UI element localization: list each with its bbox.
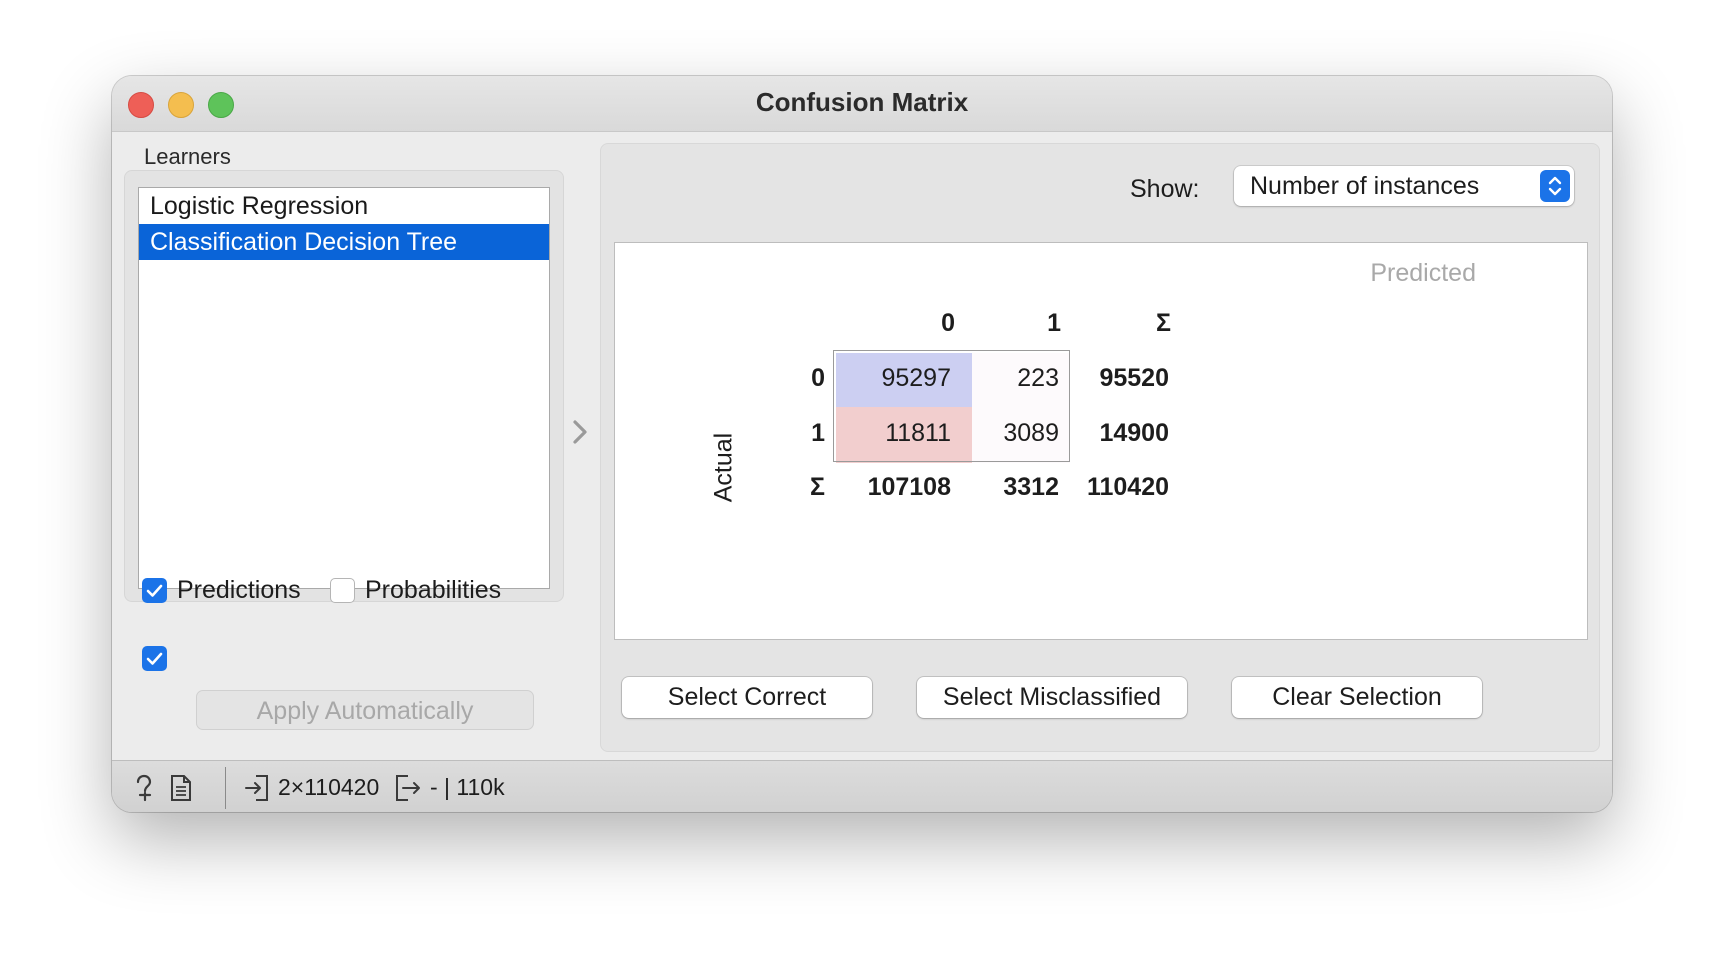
report-icon[interactable] [170, 774, 192, 802]
predictions-option[interactable]: Predictions [142, 576, 301, 605]
help-icon[interactable] [132, 774, 156, 802]
probabilities-checkbox[interactable] [330, 578, 355, 603]
actual-axis-label: Actual [709, 432, 738, 503]
probabilities-label: Probabilities [365, 576, 502, 604]
show-select-value: Number of instances [1250, 172, 1480, 200]
column-header: 0 [941, 309, 955, 337]
learner-item-classification-decision-tree[interactable]: Classification Decision Tree [139, 224, 549, 260]
confusion-matrix-window: Confusion Matrix Learners Logistic Regre… [112, 76, 1612, 812]
cell-value: 11811 [885, 419, 951, 447]
confusion-matrix-view: Predicted Actual 0 1 Σ 0 1 Σ 95297 223 9… [614, 242, 1588, 640]
probabilities-option[interactable]: Probabilities [330, 576, 501, 605]
title-bar: Confusion Matrix [112, 76, 1612, 132]
auto-apply-checkbox[interactable] [142, 646, 167, 671]
column-header: 1 [1047, 309, 1061, 337]
predictions-checkbox[interactable] [142, 578, 167, 603]
predictions-label: Predictions [177, 576, 301, 604]
cell-value: 95297 [881, 364, 951, 392]
row-total-value: 14900 [1099, 419, 1169, 447]
status-bar: 2×110420 - | 110k [112, 760, 1612, 812]
chevron-right-icon[interactable] [572, 418, 588, 446]
input-summary: 2×110420 [278, 774, 380, 800]
show-select[interactable]: Number of instances [1234, 166, 1574, 206]
row-header: 1 [811, 419, 825, 447]
predicted-axis-label: Predicted [1370, 259, 1476, 287]
window-title: Confusion Matrix [755, 87, 969, 117]
input-icon[interactable] [244, 774, 270, 802]
learner-list[interactable]: Logistic Regression Classification Decis… [138, 187, 550, 589]
checkmark-icon [146, 652, 163, 665]
auto-apply-option[interactable] [142, 646, 167, 671]
clear-selection-button[interactable]: Clear Selection [1232, 677, 1482, 718]
cell-value: 3089 [1003, 419, 1059, 447]
updown-chevron-icon[interactable] [1540, 170, 1570, 202]
grand-total-value: 110420 [1086, 473, 1169, 501]
checkmark-icon [146, 584, 163, 597]
learner-item-logistic-regression[interactable]: Logistic Regression [139, 188, 549, 224]
output-icon[interactable] [394, 774, 422, 802]
output-summary: - | 110k [430, 774, 505, 800]
row-header: 0 [811, 364, 825, 392]
column-total-value: 107108 [867, 473, 951, 501]
status-divider [225, 767, 226, 809]
learners-label: Learners [144, 144, 231, 169]
cell-value: 223 [1017, 364, 1059, 392]
show-label: Show: [1130, 175, 1200, 203]
select-correct-button[interactable]: Select Correct [622, 677, 872, 718]
row-total-value: 95520 [1099, 364, 1169, 392]
apply-automatically-button[interactable]: Apply Automatically [196, 690, 534, 730]
select-misclassified-button[interactable]: Select Misclassified [917, 677, 1187, 718]
column-total-value: 3312 [1003, 473, 1059, 501]
column-header-total: Σ [1155, 309, 1171, 337]
